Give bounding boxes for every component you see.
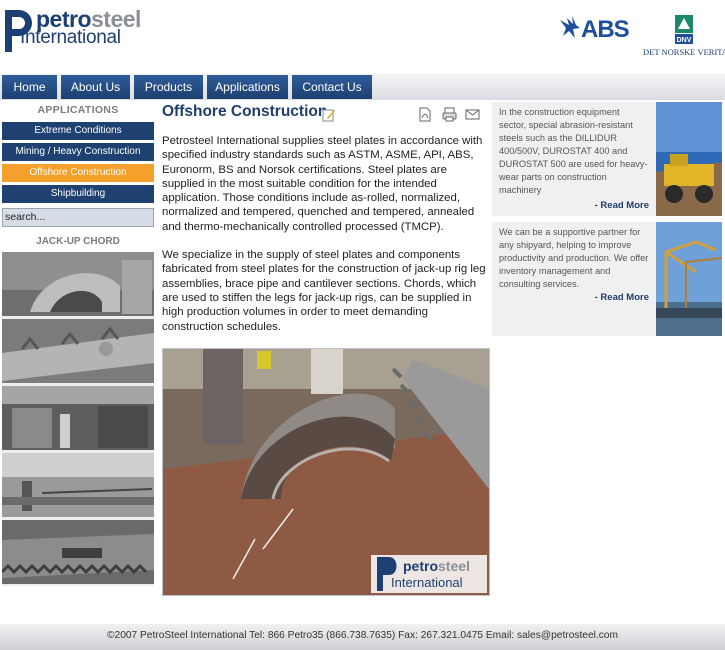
abs-logo: ABS [559,14,635,44]
gallery-thumb-4[interactable] [2,453,154,517]
dnv-logo: DNV DET NORSKE VERITAS [643,14,725,60]
edit-icon[interactable] [322,108,336,122]
mining-promo-text: In the construction equipment sector, sp… [499,107,648,195]
svg-text:petrosteel: petrosteel [403,558,470,574]
shipyard-crane-photo [656,222,722,336]
gallery-thumb-3[interactable] [2,386,154,450]
shipbuilding-promo-text: We can be a supportive partner for any s… [499,227,649,289]
gallery-heading: JACK-UP CHORD [36,236,120,247]
page-title: Offshore Construction [162,103,328,120]
main-nav: Home About Us Products Applications Cont… [0,74,725,100]
read-more-link-mining[interactable]: - Read More [595,200,649,211]
sidebar-item-offshore-construction[interactable]: Offshore Construction [2,164,154,182]
gallery-thumb-1[interactable] [2,252,154,316]
read-more-link-shipbuilding[interactable]: - Read More [595,292,649,303]
sidebar-item-shipbuilding[interactable]: Shipbuilding [2,185,154,203]
svg-text:International: International [391,575,463,590]
paragraph-2: We specialize in the supply of steel pla… [162,249,486,333]
paragraph-1: Petrosteel International supplies steel … [162,135,483,233]
nav-applications[interactable]: Applications [207,75,288,99]
nav-products[interactable]: Products [134,75,203,99]
applications-heading: APPLICATIONS [37,104,119,116]
sidebar-item-extreme-conditions[interactable]: Extreme Conditions [2,122,154,140]
svg-text:DNV: DNV [677,37,692,44]
mining-truck-photo [656,102,722,216]
nav-contact-us[interactable]: Contact Us [292,75,372,99]
nav-home[interactable]: Home [2,75,57,99]
jack-up-chord-photo: petrosteel International [162,348,490,596]
gallery-thumb-5[interactable] [2,520,154,584]
eagle-icon [560,16,580,38]
dnv-badge-icon: DNV [675,15,693,44]
print-icon[interactable] [442,107,457,122]
gallery-thumb-2[interactable] [2,319,154,383]
logo-wordmark-bottom: International [20,27,121,48]
jack-up-chord-gallery [2,252,154,586]
pdf-icon[interactable] [418,107,432,122]
petrosteel-logo[interactable]: petrosteel International [2,4,162,56]
sidebar-item-mining-heavy-construction[interactable]: Mining / Heavy Construction [2,143,154,161]
footer-contact-text: ©2007 PetroSteel International Tel: 866 … [107,630,618,641]
nav-about-us[interactable]: About Us [61,75,130,99]
footer: ©2007 PetroSteel International Tel: 866 … [0,624,725,650]
search-input[interactable]: search... [2,208,154,227]
email-icon[interactable] [465,107,480,121]
mining-promo-panel: In the construction equipment sector, sp… [492,102,656,216]
shipbuilding-promo-panel: We can be a supportive partner for any s… [492,222,656,336]
main-body-text: Petrosteel International supplies steel … [162,134,488,348]
